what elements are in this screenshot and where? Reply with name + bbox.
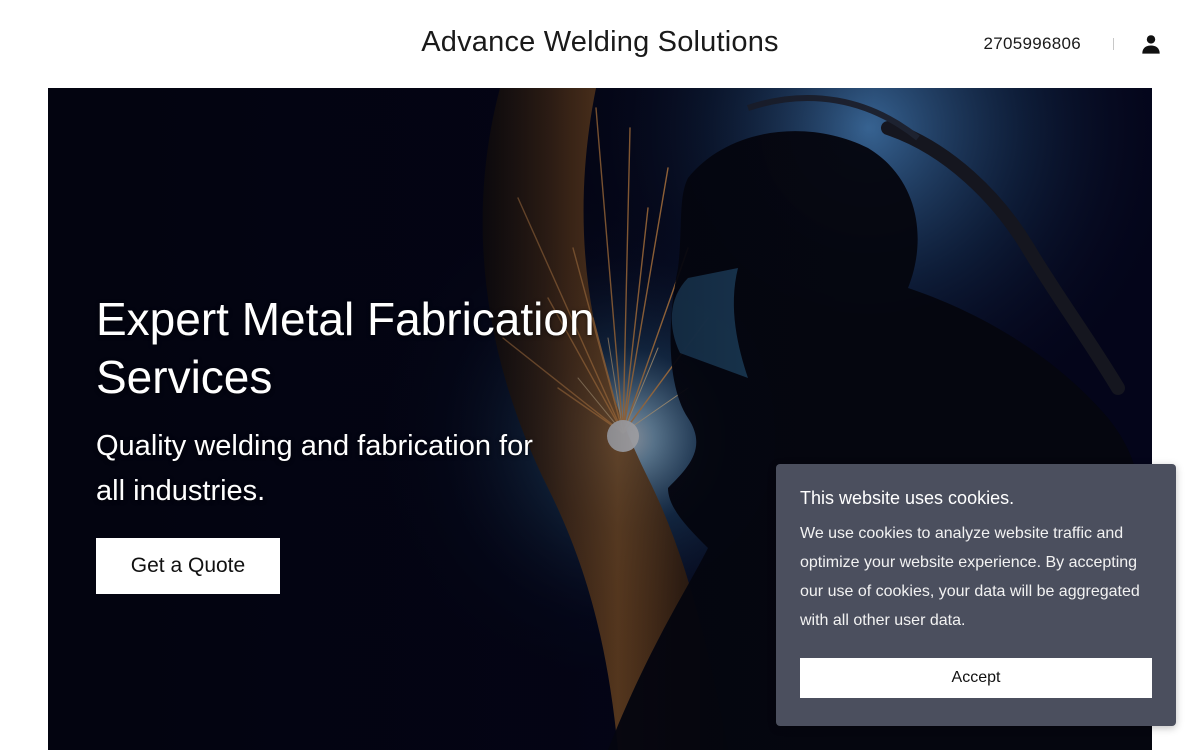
header-divider (1113, 38, 1114, 50)
cookie-banner-title: This website uses cookies. (800, 488, 1015, 508)
accept-cookies-button[interactable]: Accept (800, 658, 1152, 698)
hero-content: Expert Metal Fabrication Services Qualit… (96, 290, 656, 594)
user-icon (1142, 35, 1160, 54)
hero-title: Expert Metal Fabrication Services (96, 293, 595, 403)
account-button[interactable] (1140, 33, 1162, 55)
hero-subtitle: Quality welding and fabrication for all … (96, 430, 533, 507)
get-a-quote-button[interactable]: Get a Quote (96, 538, 280, 594)
phone-link[interactable]: 2705996806 (983, 34, 1081, 54)
site-title-link[interactable]: Advance Welding Solutions (421, 26, 779, 59)
site-header: Advance Welding Solutions 2705996806 (0, 0, 1200, 88)
header-actions: 2705996806 (983, 31, 1162, 57)
cookie-banner: This website uses cookies. We use cookie… (776, 464, 1176, 726)
cookie-banner-text: We use cookies to analyze website traffi… (800, 525, 1140, 629)
